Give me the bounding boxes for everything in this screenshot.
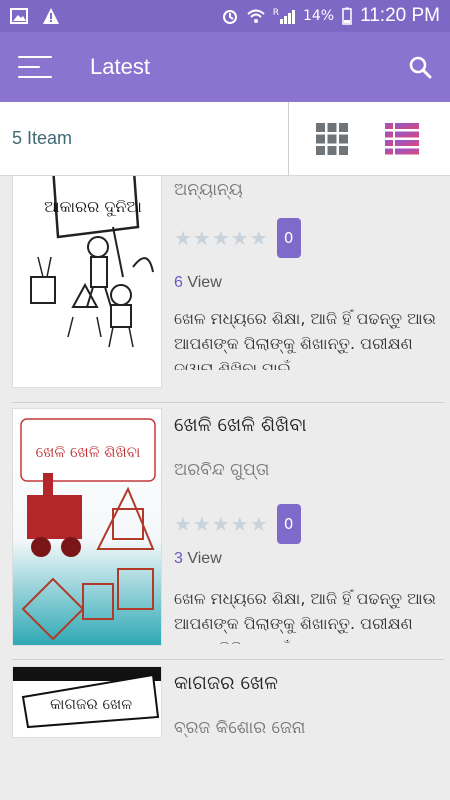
view-count: 6 View <box>174 274 222 292</box>
page-title: Latest <box>90 54 150 79</box>
book-description: ଖେଳ ମଧ୍ୟରେ ଶିକ୍ଷା, ଆଜି ହିଁ ପଢନ୍ତୁ ଆଉ ଆପଣ… <box>174 309 436 370</box>
menu-button[interactable] <box>0 32 70 102</box>
book-cover: କାଗଜର ଖେଳ <box>12 666 162 738</box>
alarm-icon <box>222 10 237 24</box>
image-notification-icon <box>10 8 28 24</box>
item-separator <box>12 659 444 660</box>
hamburger-icon <box>18 56 52 78</box>
battery-icon <box>342 7 352 25</box>
roaming-label: R <box>272 8 279 18</box>
book-cover: ଖେଳି ଖେଳି ଶିଖିବା <box>12 408 162 646</box>
list-icon <box>385 123 419 155</box>
list-item[interactable]: କାଗଜର ଖେଳ କାଗଜର ଖେଳ ବ୍ରଜ କିଶୋର ଜେନା <box>12 666 444 738</box>
view-count: 3 View <box>174 550 222 568</box>
rating-row: ★★★★★ 0 <box>174 504 301 544</box>
book-info: ଖେଳି ଖେଳି ଶିଖିବା ଅରବିନ୍ଦ ଗୁପ୍ତା ★★★★★ 0 … <box>174 408 444 646</box>
cover-title-text: ଆକାରର ଦୁନିଆ <box>44 197 142 217</box>
grid-icon <box>316 123 348 155</box>
cover-illustration: ଖେଳି ଖେଳି ଶିଖିବା <box>13 409 161 645</box>
status-bar: R 14% 11:20 PM <box>0 0 450 32</box>
battery-percent: 14% <box>302 8 335 24</box>
item-separator <box>12 402 444 403</box>
book-author: ଅରବିନ୍ଦ ଗୁପ୍ତା <box>174 460 270 480</box>
rating-stars[interactable]: ★★★★★ <box>174 226 269 250</box>
rating-stars[interactable]: ★★★★★ <box>174 512 269 536</box>
book-title: କାଗଜର ଖେଳ <box>174 672 278 694</box>
list-item[interactable]: ଆକାରର ଦୁନିଆ ଅନ୍ୟାନ୍ୟ ★★★★★ 0 6 View ଖେଳ … <box>12 176 444 388</box>
list-view-button[interactable] <box>362 102 442 176</box>
cover-title-text: ଖେଳି ଖେଳି ଶିଖିବା <box>36 443 141 461</box>
search-icon <box>409 56 432 79</box>
wifi-icon <box>247 9 265 23</box>
book-author: ବ୍ରଜ କିଶୋର ଜେନା <box>174 718 306 738</box>
cover-illustration: କାଗଜର ଖେଳ <box>13 667 161 737</box>
view-count-number: 3 <box>174 550 183 567</box>
cover-title-text: କାଗଜର ଖେଳ <box>50 695 132 713</box>
rating-count-badge: 0 <box>276 218 301 258</box>
view-count-number: 6 <box>174 274 183 291</box>
rating-row: ★★★★★ 0 <box>174 218 301 258</box>
toolbar-divider <box>288 102 289 176</box>
book-info: ଅନ୍ୟାନ୍ୟ ★★★★★ 0 6 View ଖେଳ ମଧ୍ୟରେ ଶିକ୍ଷ… <box>174 176 444 388</box>
app-bar: Latest <box>0 32 450 102</box>
warning-icon <box>43 8 59 24</box>
list-item[interactable]: ଖେଳି ଖେଳି ଶିଖିବା ଖେଳି ଖେଳି ଶିଖିବା ଅରବିନ୍… <box>12 408 444 646</box>
signal-icon: R <box>273 8 295 24</box>
book-title: ଖେଳି ଖେଳି ଶିଖିବା <box>174 414 307 436</box>
view-toolbar: 5 Iteam <box>0 102 450 176</box>
book-author: ଅନ୍ୟାନ୍ୟ <box>174 180 243 200</box>
search-button[interactable] <box>390 32 450 102</box>
book-list: ଆକାରର ଦୁନିଆ ଅନ୍ୟାନ୍ୟ ★★★★★ 0 6 View ଖେଳ … <box>0 176 450 738</box>
view-count-label: View <box>187 274 222 291</box>
item-count: 5 Iteam <box>12 128 73 148</box>
grid-view-button[interactable] <box>292 102 372 176</box>
rating-count-badge: 0 <box>276 504 301 544</box>
book-cover: ଆକାରର ଦୁନିଆ <box>12 176 162 388</box>
view-count-label: View <box>187 550 222 567</box>
book-description: ଖେଳ ମଧ୍ୟରେ ଶିକ୍ଷା, ଆଜି ହିଁ ପଢନ୍ତୁ ଆଉ ଆପଣ… <box>174 589 436 644</box>
cover-illustration: ଆକାରର ଦୁନିଆ <box>13 176 161 387</box>
book-info: କାଗଜର ଖେଳ ବ୍ରଜ କିଶୋର ଜେନା <box>174 666 444 738</box>
clock: 11:20 PM <box>360 5 440 26</box>
